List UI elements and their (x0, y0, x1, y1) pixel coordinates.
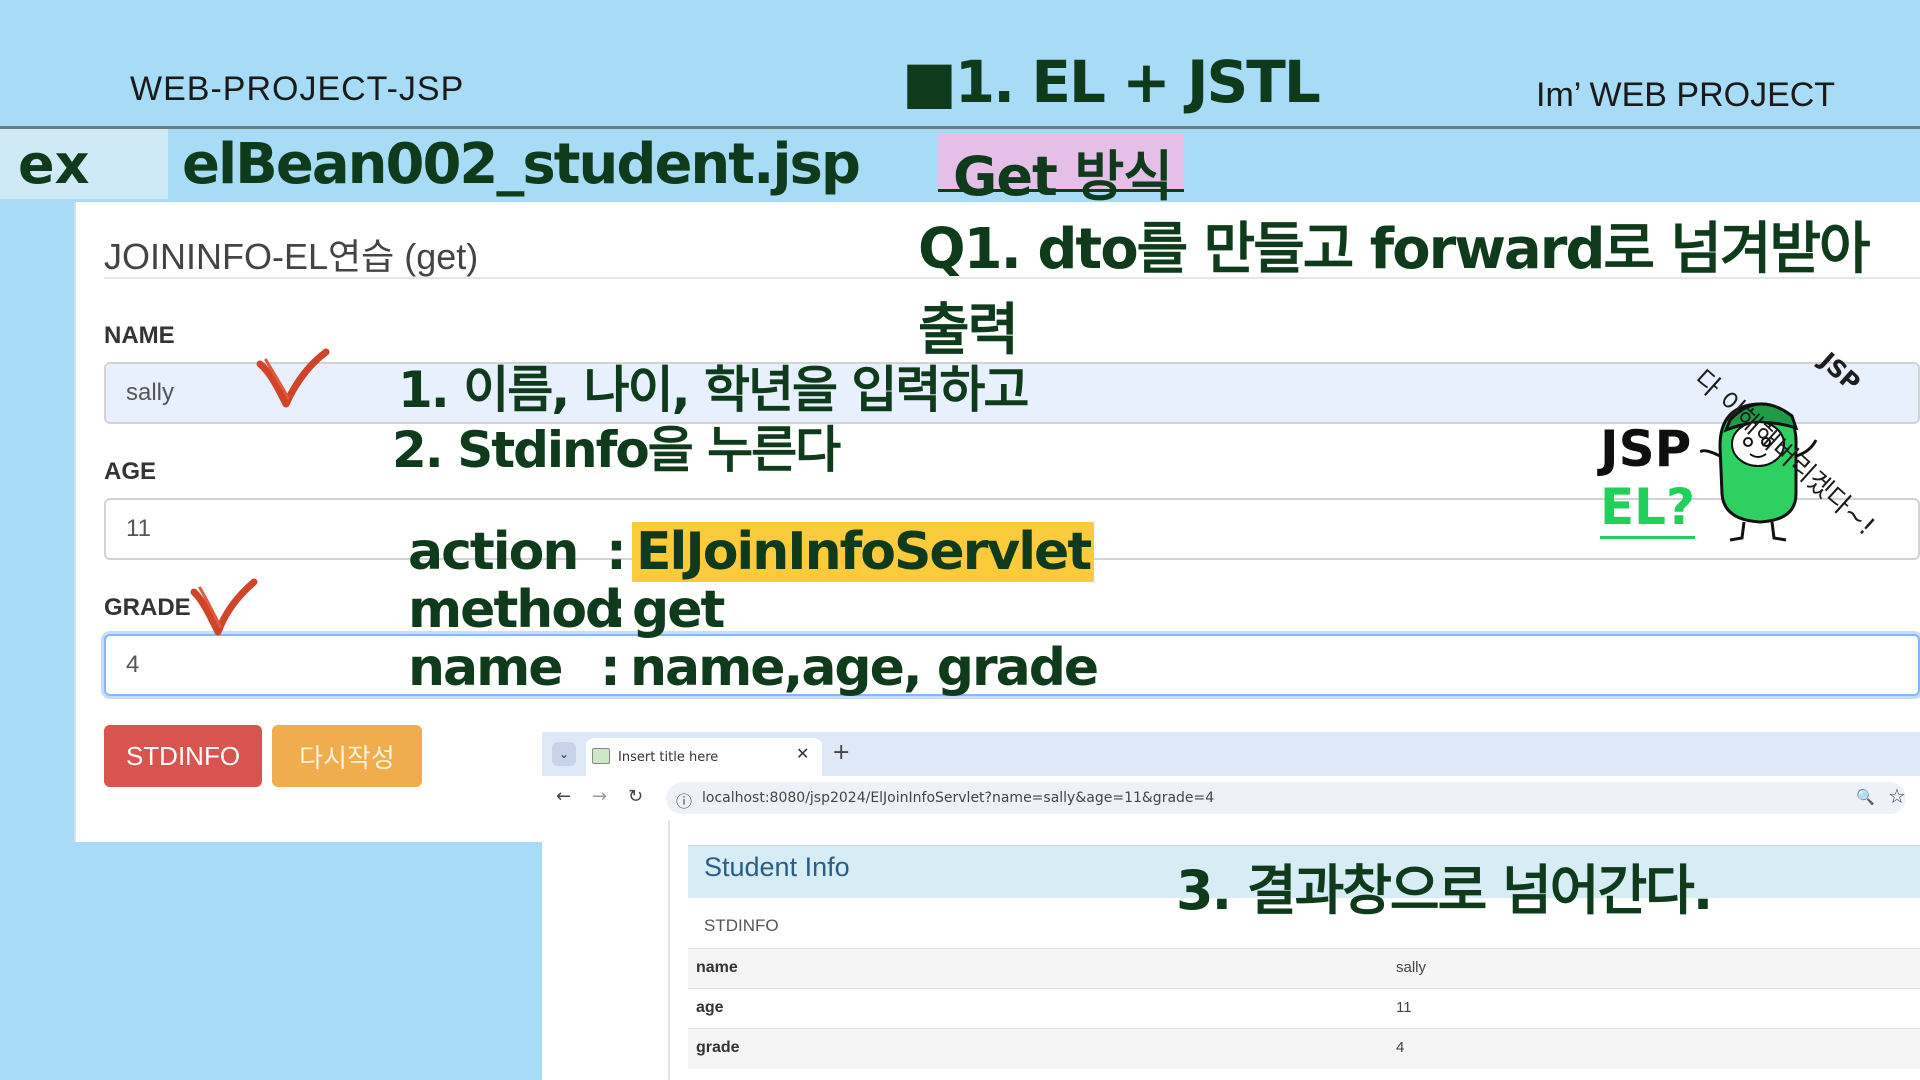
age-input-value: 11 (126, 515, 151, 542)
row-key: name (696, 959, 738, 976)
check-mark-icon (190, 578, 258, 636)
back-icon[interactable]: ← (556, 786, 571, 807)
new-tab-icon[interactable]: + (832, 740, 850, 765)
table-row: name sally (688, 948, 1920, 989)
action-key: action (408, 522, 579, 582)
name-key: name (408, 638, 564, 698)
browser-tab[interactable]: Insert title here (586, 738, 822, 776)
row-value: 11 (1396, 999, 1412, 1016)
table-row: age 11 (688, 988, 1920, 1029)
name-input-value: sally (126, 379, 175, 406)
name-colon: : (600, 638, 621, 698)
method-colon: : (606, 580, 627, 640)
name-value: name,age, grade (630, 638, 1099, 698)
grade-input-value: 4 (126, 651, 140, 678)
table-row: grade 4 (688, 1028, 1920, 1069)
row-key: grade (696, 1039, 740, 1056)
file-name: elBean002_student.jsp (182, 132, 861, 197)
row-value: 4 (1396, 1039, 1405, 1056)
forward-icon[interactable]: → (592, 786, 607, 807)
header-title: ■1. EL + JSTL (902, 48, 1321, 116)
address-bar[interactable]: localhost:8080/jsp2024/ElJoinInfoServlet… (666, 782, 1906, 814)
student-info-subtitle: STDINFO (704, 916, 779, 935)
row-key: age (696, 999, 724, 1016)
reset-button[interactable]: 다시작성 (272, 725, 422, 787)
reload-icon[interactable]: ↻ (628, 786, 643, 807)
close-tab-icon[interactable]: ✕ (796, 744, 809, 763)
mascot-jsp-label: JSP (1600, 420, 1692, 478)
header-brand: Im’ WEB PROJECT (1536, 76, 1836, 114)
page-favicon-icon (592, 748, 610, 764)
method-key: method (408, 580, 622, 640)
stdinfo-button[interactable]: STDINFO (104, 725, 262, 787)
ex-label: ex (18, 133, 90, 196)
result-page-border (668, 820, 670, 1080)
header-project-label: WEB-PROJECT-JSP (130, 70, 465, 108)
question-note: Q1. dto를 만들고 forward로 넘겨받아 출력 (918, 217, 1871, 363)
bookmark-star-icon[interactable]: ☆ (1888, 784, 1906, 808)
method-value: get (632, 580, 725, 640)
step3-note: 3. 결과창으로 넘어간다. (1176, 859, 1713, 922)
mascot-el-label: EL? (1600, 478, 1696, 539)
zoom-icon[interactable]: 🔍 (1856, 788, 1875, 806)
grade-label: GRADE (104, 594, 191, 621)
row-value: sally (1396, 959, 1427, 976)
step2-note: 2. Stdinfo을 누른다 (392, 421, 841, 479)
action-colon: : (606, 522, 627, 582)
age-label: AGE (104, 458, 157, 485)
method-tag: Get 방식 (953, 145, 1173, 208)
tab-list-dropdown-icon[interactable]: ⌄ (552, 742, 576, 766)
site-info-icon[interactable]: ⓘ (676, 788, 692, 812)
check-mark-icon (256, 348, 330, 408)
name-label: NAME (104, 322, 175, 349)
browser-tab-title: Insert title here (618, 749, 719, 765)
address-url: localhost:8080/jsp2024/ElJoinInfoServlet… (702, 790, 1215, 806)
header-divider (0, 126, 1920, 129)
student-info-title: Student Info (704, 852, 850, 882)
form-title: JOININFO-EL연습 (get) (104, 236, 479, 277)
action-value: ElJoinInfoServlet (632, 522, 1095, 582)
